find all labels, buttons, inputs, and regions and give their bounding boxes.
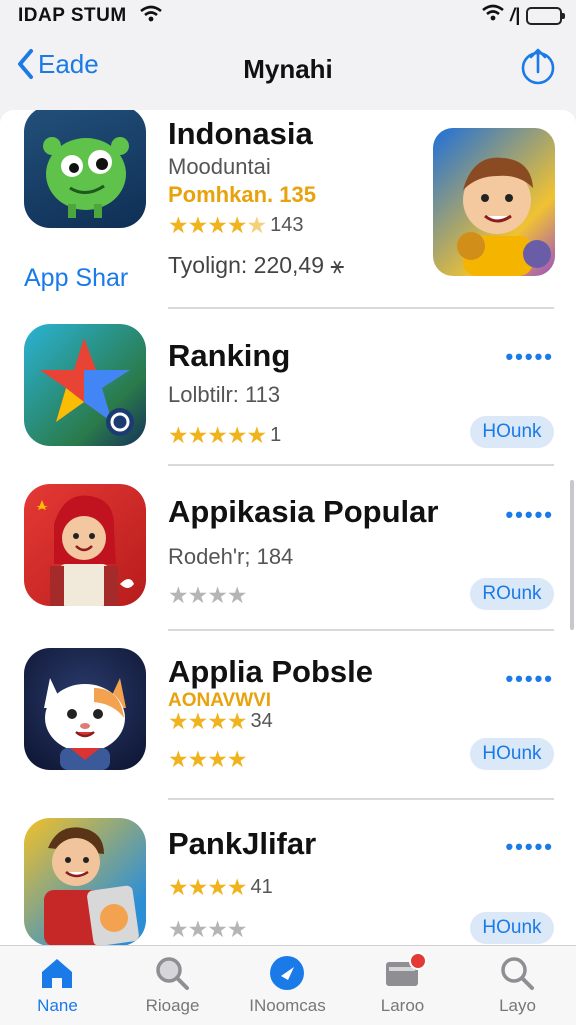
app-list[interactable]: Indonasia Mooduntai Pomhkan. 135 ★★★★ ★ 1… [0, 110, 576, 945]
more-button[interactable]: ••••• [505, 666, 554, 692]
share-icon [521, 48, 555, 85]
divider [168, 464, 554, 466]
app-icon-man-with-cat [24, 818, 146, 945]
app-icon-star-compass [24, 324, 146, 446]
app-extra-info: Tyolign: 220,49 ⚹ [168, 252, 345, 278]
app-subtitle: Lolbtilr: 113 [168, 382, 281, 407]
scroll-indicator[interactable] [570, 480, 574, 630]
tab-label: INoomcas [249, 996, 326, 1015]
rating-stars: ★★★★ 34 [168, 708, 273, 734]
rating-count: 1 [270, 424, 282, 446]
wifi-icon [140, 5, 162, 28]
battery-icon [526, 6, 565, 25]
search-icon [156, 957, 189, 990]
home-icon [42, 959, 72, 988]
more-button[interactable]: ••••• [505, 344, 554, 370]
app-meta: Pomhkan. 135 [168, 182, 316, 207]
app-share-link[interactable]: App Shar [24, 264, 128, 293]
get-button[interactable]: HOunk [470, 912, 554, 944]
tab-home[interactable]: Nane [0, 946, 115, 1025]
rating-count: 34 [250, 710, 273, 732]
divider [168, 629, 554, 631]
tab-label: Layo [499, 996, 536, 1015]
tab-bar: Nane Rioage INoomcas Laroo Layo [0, 945, 576, 1025]
app-title: Applia Pobsle [168, 654, 373, 689]
app-icon-cartoon-boy [433, 128, 555, 276]
search-icon [501, 957, 534, 990]
status-bar: IDAP STUM /| [0, 0, 576, 34]
divider [168, 307, 554, 309]
compass-icon [270, 956, 304, 990]
tab-label: Laroo [380, 996, 425, 1015]
app-title: Indonasia [168, 116, 313, 151]
app-icon-monster [24, 110, 146, 228]
signal-icon: /| [509, 5, 520, 25]
carrier-label: IDAP STUM [18, 5, 127, 26]
app-subtitle: Rodeh'r; 184 [168, 544, 294, 569]
app-title: PankJlifar [168, 826, 317, 861]
page-title: Mynahi [243, 54, 333, 84]
app-icon-cat [24, 648, 146, 770]
share-button[interactable] [520, 46, 556, 91]
more-button[interactable]: ••••• [505, 502, 554, 528]
notification-badge [409, 952, 427, 970]
rating-stars: ★★★★ [168, 746, 247, 772]
get-button[interactable]: HOunk [470, 738, 554, 770]
app-subtitle: Mooduntai [168, 154, 271, 179]
rating-count: 41 [250, 876, 273, 898]
divider [168, 798, 554, 800]
rating-count: 143 [270, 214, 304, 236]
tab-discover[interactable]: INoomcas [230, 946, 345, 1025]
get-button[interactable]: HOunk [470, 416, 554, 448]
rating-stars: ★★★★ [168, 582, 247, 608]
get-button[interactable]: ROunk [470, 578, 554, 610]
wifi-icon [482, 4, 504, 27]
tab-label: Rioage [145, 996, 200, 1015]
rating-stars: ★★★★ 41 [168, 874, 273, 900]
app-title: Appikasia Popular [168, 494, 439, 529]
tab-search[interactable]: Rioage [115, 946, 230, 1025]
tab-library[interactable]: Laroo [345, 946, 460, 1025]
tab-label: Nane [37, 996, 78, 1015]
rating-stars: ★★★★ ★ 143 [168, 212, 304, 238]
rating-stars: ★★★★ [168, 916, 247, 942]
rating-stars: ★★★★★ 1 [168, 422, 282, 448]
tab-search-2[interactable]: Layo [460, 946, 575, 1025]
navigation-bar: Eade Mynahi [0, 34, 576, 110]
app-title: Ranking [168, 338, 291, 373]
app-icon-red-hair-girl [24, 484, 146, 606]
more-button[interactable]: ••••• [505, 834, 554, 860]
